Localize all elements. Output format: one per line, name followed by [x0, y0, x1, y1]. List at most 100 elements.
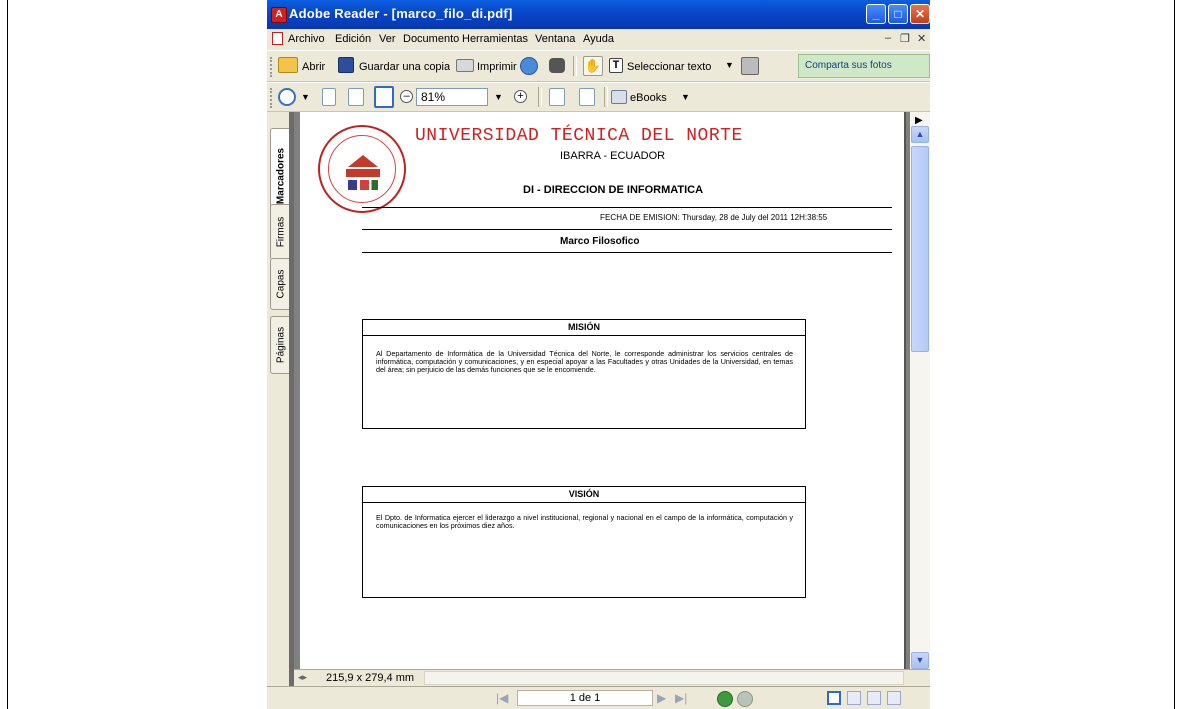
zoom-in-icon[interactable]: +	[514, 90, 527, 103]
tab-label: Firmas	[275, 216, 286, 248]
doc-restore-icon[interactable]: ❐	[900, 32, 910, 45]
menu-ventana[interactable]: Ventana	[535, 33, 575, 45]
select-text-dropdown-icon[interactable]: ▼	[725, 60, 734, 70]
university-city: IBARRA - ECUADOR	[560, 150, 666, 162]
email-globe-icon[interactable]	[520, 57, 538, 75]
emission-value: Thursday, 28 de July del 2011 12H:38:55	[682, 213, 828, 222]
zoom-tool-icon[interactable]	[278, 88, 296, 106]
last-page-icon[interactable]: ▶|	[675, 691, 687, 705]
menu-edicion[interactable]: Edición	[335, 33, 371, 45]
window-title: Adobe Reader - [marco_filo_di.pdf]	[289, 6, 513, 21]
select-text-button[interactable]: Seleccionar texto	[627, 61, 711, 73]
title-bar[interactable]: A Adobe Reader - [marco_filo_di.pdf] _ □…	[267, 0, 930, 29]
open-button[interactable]: Abrir	[302, 61, 325, 73]
hand-tool-icon[interactable]: ✋	[583, 56, 603, 76]
menu-bar: Archivo Edición Ver Documento Herramient…	[267, 29, 930, 49]
document-viewport[interactable]: UNIVERSIDAD TÉCNICA DEL NORTE IBARRA - E…	[294, 112, 910, 669]
scroll-thumb[interactable]	[911, 146, 929, 352]
photo-share-ad[interactable]: Comparta sus fotos digitales	[798, 54, 930, 93]
continuous-facing-view-icon[interactable]	[867, 691, 881, 705]
page-number-field[interactable]: 1 de 1	[517, 690, 653, 706]
search-binoculars-icon[interactable]	[549, 58, 565, 73]
menu-documento[interactable]: Documento	[403, 33, 459, 45]
panel-toggle-arrow-icon[interactable]: ▶	[915, 115, 923, 126]
zoom-tool-dropdown-icon[interactable]: ▼	[301, 92, 310, 102]
horizontal-scrollbar[interactable]	[424, 671, 904, 685]
emission-label: FECHA DE EMISION:	[600, 213, 680, 222]
mission-text: Al Departamento de Informática de la Uni…	[376, 349, 793, 374]
minimize-icon: _	[872, 7, 880, 21]
menu-archivo[interactable]: Archivo	[288, 33, 325, 45]
view-toolbar: ▼ – 81% ▼ + eBooks ▼	[267, 82, 930, 112]
university-name: UNIVERSIDAD TÉCNICA DEL NORTE	[415, 126, 743, 146]
save-copy-button[interactable]: Guardar una copia	[359, 61, 450, 73]
split-handle-icon[interactable]: ◂▸	[298, 672, 307, 683]
university-seal-logo	[318, 125, 406, 213]
scroll-down-icon[interactable]: ▼	[911, 652, 929, 669]
go-back-icon[interactable]	[717, 691, 733, 707]
doc-minimize-icon[interactable]: –	[885, 32, 891, 44]
actual-size-icon[interactable]	[322, 88, 336, 106]
continuous-view-icon[interactable]	[847, 691, 861, 705]
zoom-level-field[interactable]: 81%	[416, 88, 488, 106]
adobe-reader-icon: A	[271, 7, 287, 23]
single-page-view-icon[interactable]	[827, 691, 841, 705]
vision-heading: VISIÓN	[363, 487, 805, 503]
tab-capas[interactable]: Capas	[270, 258, 290, 310]
maximize-button[interactable]: □	[888, 4, 908, 24]
zoom-dropdown-icon[interactable]: ▼	[494, 92, 503, 102]
mission-box: MISIÓN Al Departamento de Informática de…	[362, 319, 806, 429]
fit-width-icon[interactable]	[374, 86, 394, 108]
ebooks-icon[interactable]	[611, 90, 627, 104]
file-toolbar: Abrir Guardar una copia Imprimir ✋ T Sel…	[267, 50, 930, 93]
rotate-clockwise-icon[interactable]	[549, 88, 565, 106]
adobe-reader-window: A Adobe Reader - [marco_filo_di.pdf] _ □…	[267, 0, 930, 709]
snapshot-camera-icon[interactable]	[741, 57, 759, 75]
menu-ayuda[interactable]: Ayuda	[583, 33, 614, 45]
vision-box: VISIÓN El Dpto. de Informatica ejercer e…	[362, 486, 806, 598]
seal-roof	[348, 155, 378, 167]
doc-close-icon[interactable]: ✕	[917, 32, 926, 45]
menu-ver[interactable]: Ver	[379, 33, 396, 45]
printer-icon[interactable]	[456, 59, 474, 72]
vision-text: El Dpto. de Informatica ejercer el lider…	[376, 513, 793, 530]
page-size-bar: ◂▸ 215,9 x 279,4 mm	[294, 669, 930, 687]
save-disk-icon[interactable]	[338, 57, 354, 73]
rotate-counterclockwise-icon[interactable]	[579, 88, 595, 106]
mission-heading: MISIÓN	[363, 320, 805, 336]
minimize-button[interactable]: _	[866, 4, 886, 24]
open-folder-icon[interactable]	[278, 57, 298, 73]
go-forward-icon[interactable]	[737, 691, 753, 707]
tab-paginas[interactable]: Páginas	[270, 316, 290, 374]
toolbar-separator	[573, 56, 577, 76]
title-top-rule	[362, 229, 892, 230]
tab-firmas[interactable]: Firmas	[270, 204, 290, 260]
toolbar-grip[interactable]	[270, 88, 275, 108]
first-page-icon[interactable]: |◀	[496, 691, 508, 705]
page-size-label: 215,9 x 279,4 mm	[326, 672, 415, 684]
close-button[interactable]: ✕	[910, 4, 930, 24]
header-rule	[362, 207, 892, 208]
scroll-up-icon[interactable]: ▲	[911, 126, 929, 143]
close-icon: ✕	[914, 7, 926, 21]
fit-page-icon[interactable]	[348, 88, 364, 106]
department-name: DI - DIRECCION DE INFORMATICA	[523, 184, 704, 196]
tab-label: Páginas	[275, 326, 286, 364]
print-button[interactable]: Imprimir	[477, 61, 517, 73]
pdf-page: UNIVERSIDAD TÉCNICA DEL NORTE IBARRA - E…	[300, 112, 906, 669]
tab-label: Capas	[275, 269, 286, 299]
toolbar-grip[interactable]	[270, 57, 275, 77]
seal-bar	[346, 169, 380, 177]
zoom-out-icon[interactable]: –	[400, 90, 413, 103]
work-area: Marcadores Firmas Capas Páginas UNIVERSI…	[267, 112, 930, 687]
next-page-icon[interactable]: ▶	[657, 691, 666, 705]
select-text-icon[interactable]: T	[609, 58, 623, 73]
document-title: Marco Filosofico	[560, 236, 640, 247]
ebooks-button[interactable]: eBooks	[630, 92, 667, 104]
vertical-scrollbar[interactable]: ▶ ▲ ▼	[910, 112, 930, 669]
menu-herramientas[interactable]: Herramientas	[462, 33, 528, 45]
document-icon	[272, 32, 283, 45]
tab-label: Marcadores	[275, 147, 286, 205]
ebooks-dropdown-icon[interactable]: ▼	[681, 92, 690, 102]
facing-view-icon[interactable]	[887, 691, 901, 705]
